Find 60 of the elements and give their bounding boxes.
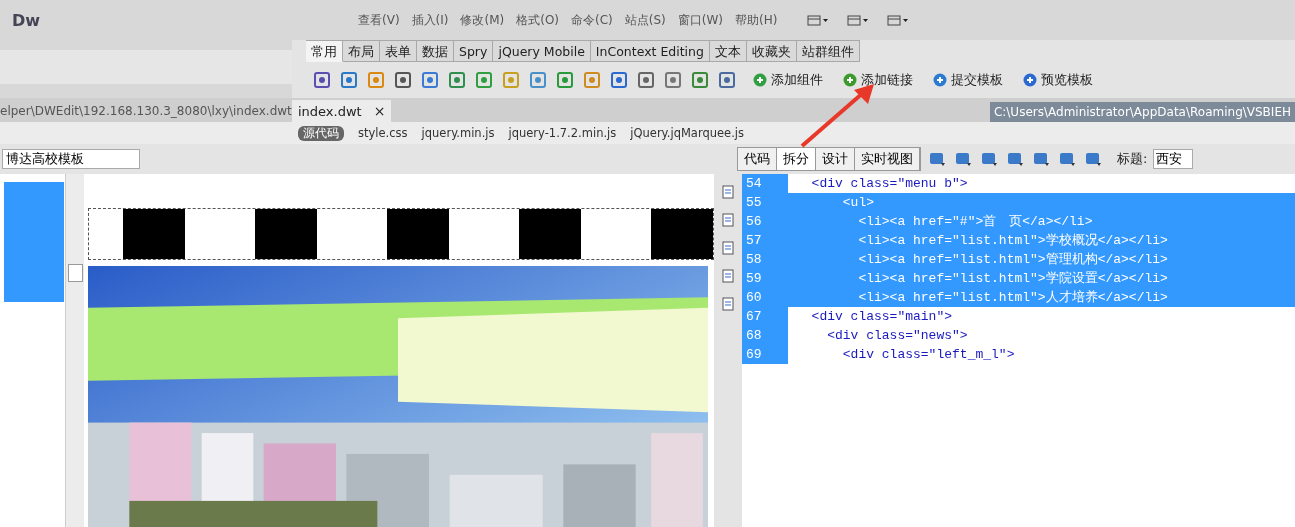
plus-circle-icon — [842, 72, 858, 88]
line-number: 59 — [742, 269, 788, 288]
line-number: 69 — [742, 345, 788, 364]
line-number: 67 — [742, 307, 788, 326]
layout-icon[interactable] — [887, 14, 910, 26]
plus-circle-icon — [752, 72, 768, 88]
title-field[interactable]: 西安 — [1153, 149, 1194, 169]
close-button[interactable]: × — [373, 103, 386, 119]
code-line: <div class="main"> — [810, 308, 954, 326]
menu-item[interactable]: 格式(O) — [516, 11, 559, 29]
insert-tab[interactable]: 收藏夹 — [746, 40, 797, 62]
insert-tab[interactable]: Spry — [454, 40, 494, 62]
related-file[interactable]: jQuery.jqMarquee.js — [630, 126, 744, 140]
view-button[interactable]: 代码 — [738, 148, 777, 170]
plus-circle-icon — [932, 72, 948, 88]
insert-tab[interactable]: InContext Editing — [590, 40, 710, 62]
view-button[interactable]: 设计 — [816, 148, 855, 170]
code-line: <div class="left_m_l"> — [841, 346, 1016, 364]
layout-icon[interactable] — [847, 14, 870, 26]
site-field[interactable]: 博达高校模板 — [2, 149, 140, 169]
insert-tab[interactable]: 文本 — [709, 40, 747, 62]
view-button[interactable]: 拆分 — [777, 148, 816, 170]
plus-circle-icon — [1022, 72, 1038, 88]
scrollbar[interactable] — [65, 174, 84, 527]
insert-tab[interactable]: 布局 — [343, 40, 380, 62]
menu-item[interactable]: 帮助(H) — [735, 11, 778, 29]
insert-tab[interactable]: jQuery Mobile — [493, 40, 591, 62]
document-tab[interactable]: index.dwt × — [292, 100, 392, 122]
title-label: 标题: — [1117, 150, 1148, 168]
line-number: 56 — [742, 212, 788, 231]
line-number: 54 — [742, 174, 788, 193]
line-number: 57 — [742, 231, 788, 250]
line-number: 55 — [742, 193, 788, 212]
insert-tab[interactable]: 站群组件 — [796, 40, 860, 62]
related-file[interactable]: 源代码 — [298, 125, 344, 141]
line-number: 68 — [742, 326, 788, 345]
insert-tab[interactable]: 数据 — [417, 40, 454, 62]
code-line: <div class="news"> — [826, 327, 969, 345]
toolbar-button[interactable]: 提交模板 — [928, 69, 1007, 91]
menu-item[interactable]: 命令(C) — [571, 11, 613, 29]
code-line: <div class="menu b"> — [810, 175, 969, 193]
menu-item[interactable]: 插入(I) — [411, 11, 449, 29]
view-button[interactable]: 实时视图 — [855, 148, 920, 170]
line-number: 60 — [742, 288, 788, 307]
insert-tab[interactable]: 表单 — [380, 40, 417, 62]
related-file[interactable]: jquery.min.js — [421, 126, 495, 140]
file-path: elper\DWEdit\192.168.130.3_8080\lxy\index.dwt — [0, 104, 292, 120]
menu-item[interactable]: 窗口(W) — [677, 11, 723, 29]
layout-icon[interactable] — [807, 14, 830, 26]
toolbar-button[interactable]: 预览模板 — [1018, 69, 1097, 91]
menu-item[interactable]: 查看(V) — [358, 11, 400, 29]
line-number: 58 — [742, 250, 788, 269]
file-path: C:\Users\Administrator\AppData\Roaming\VSBIEH — [989, 102, 1295, 122]
insert-tab[interactable]: 常用 — [306, 40, 343, 62]
menu-item[interactable]: 站点(S) — [624, 11, 666, 29]
menu-item[interactable]: 修改(M) — [460, 11, 505, 29]
related-file[interactable]: jquery-1.7.2.min.js — [508, 126, 617, 140]
toolbar-button[interactable]: 添加组件 — [748, 69, 827, 91]
related-file[interactable]: style.css — [358, 126, 408, 140]
app-logo: Dw — [12, 10, 42, 30]
